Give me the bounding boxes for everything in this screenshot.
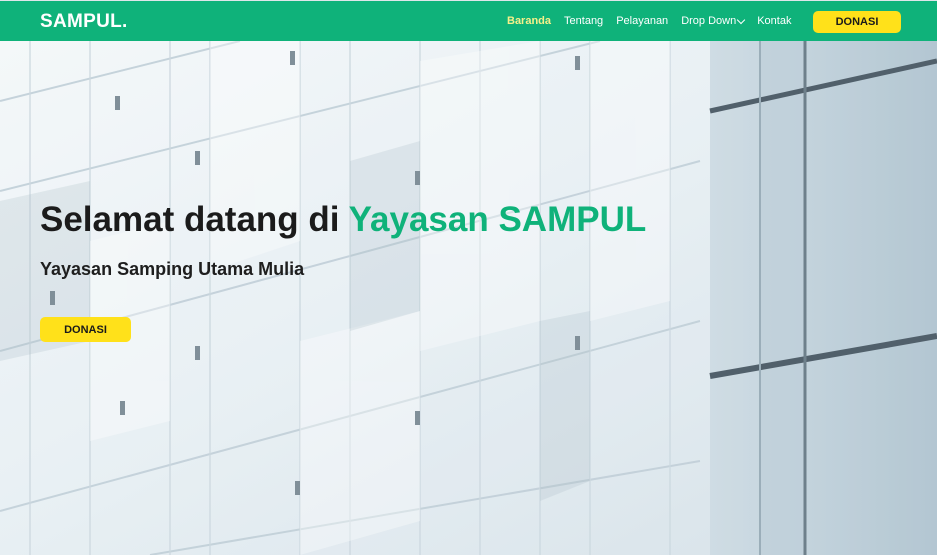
nav-item-tentang[interactable]: Tentang bbox=[564, 15, 603, 27]
hero-title-accent: Yayasan SAMPUL bbox=[348, 200, 647, 239]
nav-label: Pelayanan bbox=[616, 15, 669, 27]
hero-section: Selamat datang di Yayasan SAMPUL Yayasan… bbox=[0, 41, 937, 555]
nav-item-pelayanan[interactable]: Pelayanan bbox=[616, 15, 668, 27]
hero-subtitle: Yayasan Samping Utama Mulia bbox=[40, 259, 305, 279]
nav-label: Baranda bbox=[507, 15, 552, 27]
main-nav: Baranda Tentang Pelayanan Drop Down Kont… bbox=[507, 15, 804, 27]
nav-item-dropdown[interactable]: Drop Down bbox=[681, 15, 746, 27]
hero-background-image bbox=[0, 41, 937, 555]
site-logo[interactable]: SAMPUL. bbox=[40, 11, 128, 33]
top-navbar: SAMPUL. Baranda Tentang Pelayanan Drop D… bbox=[0, 0, 937, 41]
hero-title-prefix: Selamat datang di bbox=[40, 200, 349, 239]
nav-item-kontak[interactable]: Kontak bbox=[757, 15, 791, 27]
nav-label: Tentang bbox=[564, 15, 604, 27]
hero-donate-button[interactable]: DONASI bbox=[40, 317, 131, 342]
nav-label: Drop Down bbox=[681, 15, 737, 27]
hero-title: Selamat datang di Yayasan SAMPUL bbox=[40, 200, 646, 240]
chevron-down-icon bbox=[736, 15, 746, 24]
header-donate-button[interactable]: DONASI bbox=[813, 11, 901, 33]
nav-label: Kontak bbox=[757, 15, 792, 27]
nav-item-baranda[interactable]: Baranda bbox=[507, 15, 551, 27]
